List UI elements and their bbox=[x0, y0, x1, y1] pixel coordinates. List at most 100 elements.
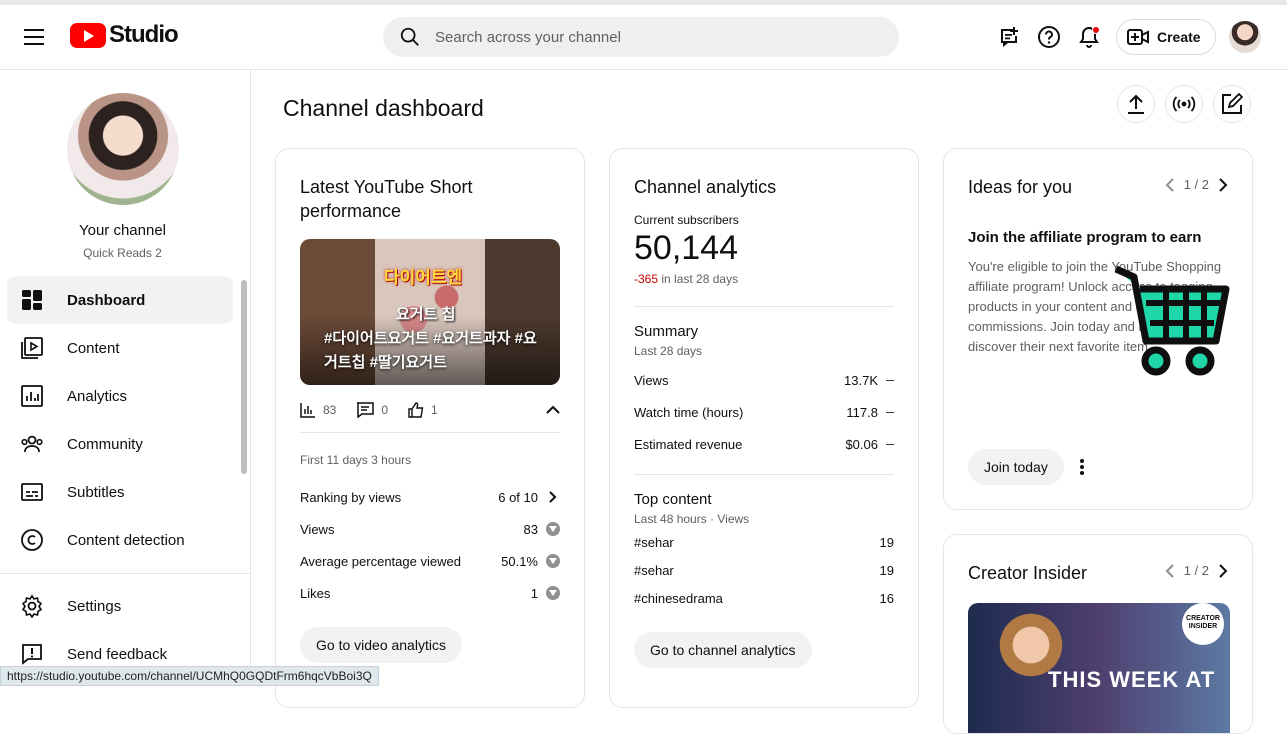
subscribers-change-suffix: in last 28 days bbox=[658, 272, 739, 286]
sidebar-scrollbar[interactable] bbox=[241, 280, 247, 474]
row-value: 19 bbox=[879, 562, 894, 578]
sidebar-item-label: Subtitles bbox=[67, 483, 125, 501]
channel-name: Quick Reads 2 bbox=[83, 246, 162, 260]
status-bar-url: https://studio.youtube.com/channel/UCMhQ… bbox=[0, 666, 379, 686]
go-to-channel-analytics-button[interactable]: Go to channel analytics bbox=[634, 632, 812, 668]
avg-viewed-row: Average percentage viewed 50.1% bbox=[300, 545, 560, 577]
row-label: Average percentage viewed bbox=[300, 553, 461, 569]
row-label: #sehar bbox=[634, 562, 674, 578]
thumbnail-text: THIS WEEK AT bbox=[1048, 667, 1216, 692]
row-value: 6 of 10 bbox=[498, 489, 538, 505]
creator-insider-badge: CREATOR INSIDER bbox=[1182, 603, 1224, 645]
join-today-button[interactable]: Join today bbox=[968, 449, 1064, 485]
arrow-down-icon bbox=[546, 554, 560, 568]
create-button[interactable]: Create bbox=[1116, 19, 1216, 55]
search-bar[interactable] bbox=[383, 17, 899, 57]
sidebar-item-settings[interactable]: Settings bbox=[0, 582, 245, 630]
search-icon[interactable] bbox=[399, 26, 421, 48]
page-indicator: 1 / 2 bbox=[1183, 563, 1209, 578]
likes-count: 1 bbox=[431, 403, 438, 417]
insider-video-thumbnail[interactable]: THIS WEEK AT CREATOR INSIDER bbox=[968, 603, 1230, 733]
comments-count: 0 bbox=[381, 403, 389, 417]
row-value: 117.8 bbox=[846, 404, 878, 420]
bar-chart-icon bbox=[300, 403, 315, 418]
row-value: 83 bbox=[523, 521, 538, 537]
top-content-period: Last 48 hours · Views bbox=[634, 512, 750, 526]
sidebar-item-content-detection[interactable]: Content detection bbox=[0, 516, 245, 564]
arrow-down-icon bbox=[546, 586, 560, 600]
latest-short-card: Latest YouTube Short performance 다이어트엔 요… bbox=[275, 148, 585, 708]
feedback-icon bbox=[20, 642, 44, 666]
row-label: Estimated revenue bbox=[634, 436, 743, 452]
notification-dot bbox=[1092, 26, 1100, 34]
chevron-right-icon[interactable] bbox=[1219, 177, 1228, 192]
chevron-up-icon[interactable] bbox=[546, 405, 560, 415]
search-input[interactable] bbox=[435, 28, 855, 46]
sidebar-item-subtitles[interactable]: Subtitles bbox=[0, 468, 245, 516]
channel-title: Your channel bbox=[78, 222, 167, 239]
sidebar-item-label: Settings bbox=[67, 597, 122, 615]
top-content-row[interactable]: #sehar 19 bbox=[634, 528, 894, 556]
page-indicator: 1 / 2 bbox=[1183, 177, 1209, 192]
sidebar-item-analytics[interactable]: Analytics bbox=[0, 372, 245, 420]
sidebar-item-label: Community bbox=[67, 435, 143, 453]
account-avatar[interactable] bbox=[1229, 21, 1261, 53]
subscribers-count: 50,144 bbox=[634, 229, 738, 267]
row-value: 50.1% bbox=[501, 553, 538, 569]
go-live-icon[interactable] bbox=[1165, 85, 1203, 123]
community-icon bbox=[20, 432, 44, 456]
chevron-left-icon[interactable] bbox=[1165, 177, 1174, 192]
logo-text: Studio bbox=[109, 21, 179, 48]
studio-logo[interactable]: Studio bbox=[70, 21, 179, 49]
divider bbox=[300, 432, 560, 433]
comments-stat: 0 bbox=[356, 402, 388, 418]
chevron-left-icon[interactable] bbox=[1165, 563, 1174, 578]
row-value: 16 bbox=[879, 590, 894, 606]
notifications-icon[interactable] bbox=[1070, 18, 1108, 56]
sidebar-item-label: Analytics bbox=[67, 387, 128, 405]
top-content-row[interactable]: #chinesedrama 16 bbox=[634, 584, 894, 612]
top-content-title: Top content bbox=[634, 491, 712, 508]
row-value: 13.7K bbox=[844, 372, 878, 388]
likes-stat: 1 bbox=[408, 402, 438, 418]
chevron-right-icon[interactable] bbox=[546, 490, 560, 504]
sidebar-footer-nav: Settings Send feedback bbox=[0, 582, 245, 678]
sidebar-item-label: Dashboard bbox=[67, 291, 146, 309]
gear-icon bbox=[20, 594, 44, 618]
row-label: Ranking by views bbox=[300, 489, 402, 505]
summary-row: Watch time (hours) 117.8 bbox=[634, 396, 894, 428]
short-thumbnail[interactable]: 다이어트엔 요거트 칩 #다이어트요거트 #요거트과자 #요거트칩 #딸기요거트 bbox=[300, 239, 560, 385]
analytics-icon bbox=[20, 384, 44, 408]
go-to-video-analytics-button[interactable]: Go to video analytics bbox=[300, 627, 462, 663]
youtube-play-icon bbox=[70, 22, 106, 48]
card-title: Channel analytics bbox=[634, 177, 777, 197]
summary-title: Summary bbox=[634, 323, 699, 340]
trend-dash-icon bbox=[886, 379, 894, 381]
trend-dash-icon bbox=[886, 411, 894, 413]
ideas-card: Ideas for you 1 / 2 Join the affiliate p… bbox=[943, 148, 1253, 510]
upload-icon[interactable] bbox=[1117, 85, 1155, 123]
help-icon[interactable] bbox=[1030, 18, 1068, 56]
chevron-right-icon[interactable] bbox=[1219, 563, 1228, 578]
page-title: Channel dashboard bbox=[283, 95, 484, 121]
row-value: $0.06 bbox=[845, 436, 878, 452]
create-video-icon bbox=[1127, 29, 1149, 45]
copyright-icon bbox=[20, 528, 44, 552]
thumbnail-caption: #다이어트요거트 #요거트과자 #요거트칩 #딸기요거트 bbox=[324, 330, 537, 371]
subscribers-change: -365 in last 28 days bbox=[634, 272, 894, 286]
messages-icon[interactable] bbox=[990, 18, 1028, 56]
channel-avatar[interactable] bbox=[67, 93, 179, 205]
sidebar-item-dashboard[interactable]: Dashboard bbox=[7, 276, 233, 324]
thumbnail-subtitle: 요거트 칩 bbox=[396, 306, 456, 323]
creator-insider-card: Creator Insider 1 / 2 THIS WEEK AT CREAT… bbox=[943, 534, 1253, 734]
ranking-row[interactable]: Ranking by views 6 of 10 bbox=[300, 481, 560, 513]
hamburger-menu-icon[interactable] bbox=[14, 17, 54, 57]
views-row: Views 83 bbox=[300, 513, 560, 545]
create-post-icon[interactable] bbox=[1213, 85, 1251, 123]
sidebar-item-community[interactable]: Community bbox=[0, 420, 245, 468]
top-content-row[interactable]: #sehar 19 bbox=[634, 556, 894, 584]
insider-pager: 1 / 2 bbox=[1165, 563, 1228, 578]
more-options-icon[interactable] bbox=[1079, 459, 1084, 475]
sidebar-item-content[interactable]: Content bbox=[0, 324, 245, 372]
create-label: Create bbox=[1157, 29, 1201, 45]
